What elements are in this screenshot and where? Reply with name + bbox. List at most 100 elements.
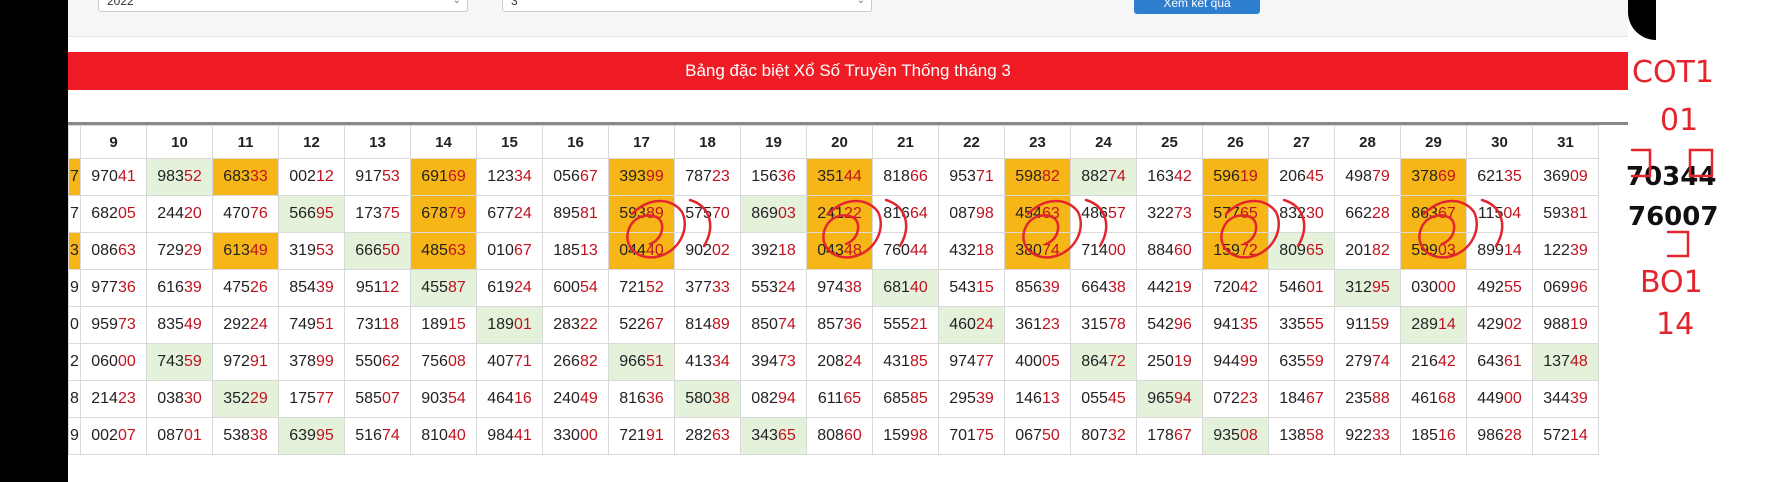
result-tail-digits: 14 <box>1503 242 1522 259</box>
result-tail-digits: 08 <box>447 353 466 370</box>
result-cell: 66438 <box>1070 269 1137 307</box>
result-cell: 37869 <box>1400 158 1467 196</box>
result-cell: 88460 <box>1136 232 1203 270</box>
result-tail-digits: 85 <box>909 353 928 370</box>
result-cell: 18467 <box>1268 380 1335 418</box>
result-tail-digits: 24 <box>513 279 532 296</box>
table-row: 8 21423 03830 35229 17577 58507 90354 46416 2404… <box>68 380 1599 418</box>
day-header-cell: 29 <box>1400 125 1467 159</box>
result-cell: 61349 <box>212 232 279 270</box>
result-tail-digits: 70 <box>711 205 730 222</box>
result-tail-digits: 69 <box>447 168 466 185</box>
result-head-digits: 639 <box>289 427 316 444</box>
result-tail-digits: 23 <box>1239 390 1258 407</box>
result-tail-digits: 33 <box>249 168 268 185</box>
result-head-digits: 743 <box>157 353 184 370</box>
result-tail-digits: 03 <box>1437 242 1456 259</box>
result-tail-digits: 24 <box>513 205 532 222</box>
result-cell: 27974 <box>1334 343 1401 381</box>
result-cell: 96594 <box>1136 380 1203 418</box>
result-tail-digits: 24 <box>975 316 994 333</box>
result-cell: 0 <box>68 306 81 344</box>
result-cell: 74359 <box>146 343 213 381</box>
result-cell: 18915 <box>410 306 477 344</box>
result-tail-digits: 50 <box>381 242 400 259</box>
result-tail-digits: 38 <box>1107 279 1126 296</box>
day-header-cell <box>68 125 81 159</box>
result-tail-digits: 82 <box>1371 242 1390 259</box>
result-cell: 51674 <box>344 417 411 455</box>
result-head-digits: 988 <box>1543 316 1570 333</box>
result-head-digits: 115 <box>1477 205 1504 222</box>
result-cell: 72191 <box>608 417 675 455</box>
result-cell: 43218 <box>938 232 1005 270</box>
result-cell: 21642 <box>1400 343 1467 381</box>
result-cell: 03830 <box>146 380 213 418</box>
result-head-digits: 935 <box>1213 427 1240 444</box>
result-cell: 68333 <box>212 158 279 196</box>
result-cell: 75608 <box>410 343 477 381</box>
result-tail-digits: 65 <box>843 390 862 407</box>
result-head-digits: 055 <box>1081 390 1108 407</box>
result-tail-digits: 07 <box>117 427 136 444</box>
result-tail-digits: 00 <box>1503 390 1522 407</box>
result-cell: 66650 <box>344 232 411 270</box>
result-head-digits: 289 <box>1411 316 1438 333</box>
result-tail-digits: 65 <box>1305 242 1324 259</box>
day-header-cell: 22 <box>938 125 1005 159</box>
month-select[interactable]: 3 ⌄ <box>502 0 872 12</box>
result-cell: 35144 <box>806 158 873 196</box>
day-header-cell: 26 <box>1202 125 1269 159</box>
table-row: 3 08663 72929 61349 31953 66650 48563 01067 1851… <box>68 232 1599 270</box>
result-head-digits: 175 <box>289 390 316 407</box>
result-head-digits: 044 <box>619 242 646 259</box>
result-head-digits: 7 <box>70 168 79 185</box>
result-head-digits: 072 <box>1213 390 1240 407</box>
result-cell: 18901 <box>476 306 543 344</box>
year-select[interactable]: 2022 ⌄ <box>98 0 468 12</box>
result-tail-digits: 45 <box>1305 168 1324 185</box>
result-cell: 88274 <box>1070 158 1137 196</box>
result-tail-digits: 49 <box>249 242 268 259</box>
result-tail-digits: 66 <box>909 168 928 185</box>
result-head-digits: 678 <box>421 205 448 222</box>
result-cell: 15972 <box>1202 232 1269 270</box>
result-cell: 49879 <box>1334 158 1401 196</box>
result-tail-digits: 13 <box>579 242 598 259</box>
result-head-digits: 808 <box>817 427 844 444</box>
result-tail-digits: 79 <box>447 205 466 222</box>
day-header-cell: 19 <box>740 125 807 159</box>
result-head-digits: 966 <box>619 353 646 370</box>
result-cell: 47076 <box>212 195 279 233</box>
result-cell: 86903 <box>740 195 807 233</box>
result-cell: 91159 <box>1334 306 1401 344</box>
result-cell: 73118 <box>344 306 411 344</box>
result-head-digits: 002 <box>91 427 118 444</box>
day-header-cell: 20 <box>806 125 873 159</box>
result-cell: 48657 <box>1070 195 1137 233</box>
result-head-digits: 461 <box>1411 390 1438 407</box>
result-head-digits: 185 <box>1411 427 1438 444</box>
result-head-digits: 159 <box>1213 242 1240 259</box>
result-cell: 59619 <box>1202 158 1269 196</box>
result-cell: 46024 <box>938 306 1005 344</box>
result-cell: 08294 <box>740 380 807 418</box>
result-head-digits: 470 <box>223 205 250 222</box>
result-tail-digits: 49 <box>183 316 202 333</box>
year-select-value: 2022 <box>107 0 134 8</box>
result-tail-digits: 40 <box>909 279 928 296</box>
table-row: 9 00207 08701 53838 63995 51674 81040 98441 3300… <box>68 417 1599 455</box>
result-tail-digits: 18 <box>777 242 796 259</box>
result-head-digits: 464 <box>487 390 514 407</box>
result-head-digits: 122 <box>1543 242 1570 259</box>
view-results-button[interactable]: Xem kết quả <box>1134 0 1260 14</box>
result-head-digits: 335 <box>1279 316 1306 333</box>
result-tail-digits: 29 <box>249 390 268 407</box>
result-tail-digits: 39 <box>1569 242 1588 259</box>
result-cell: 90202 <box>674 232 741 270</box>
result-tail-digits: 53 <box>381 168 400 185</box>
result-cell: 95112 <box>344 269 411 307</box>
result-head-digits: 343 <box>751 427 778 444</box>
result-tail-digits: 57 <box>1107 205 1126 222</box>
day-header-cell: 28 <box>1334 125 1401 159</box>
